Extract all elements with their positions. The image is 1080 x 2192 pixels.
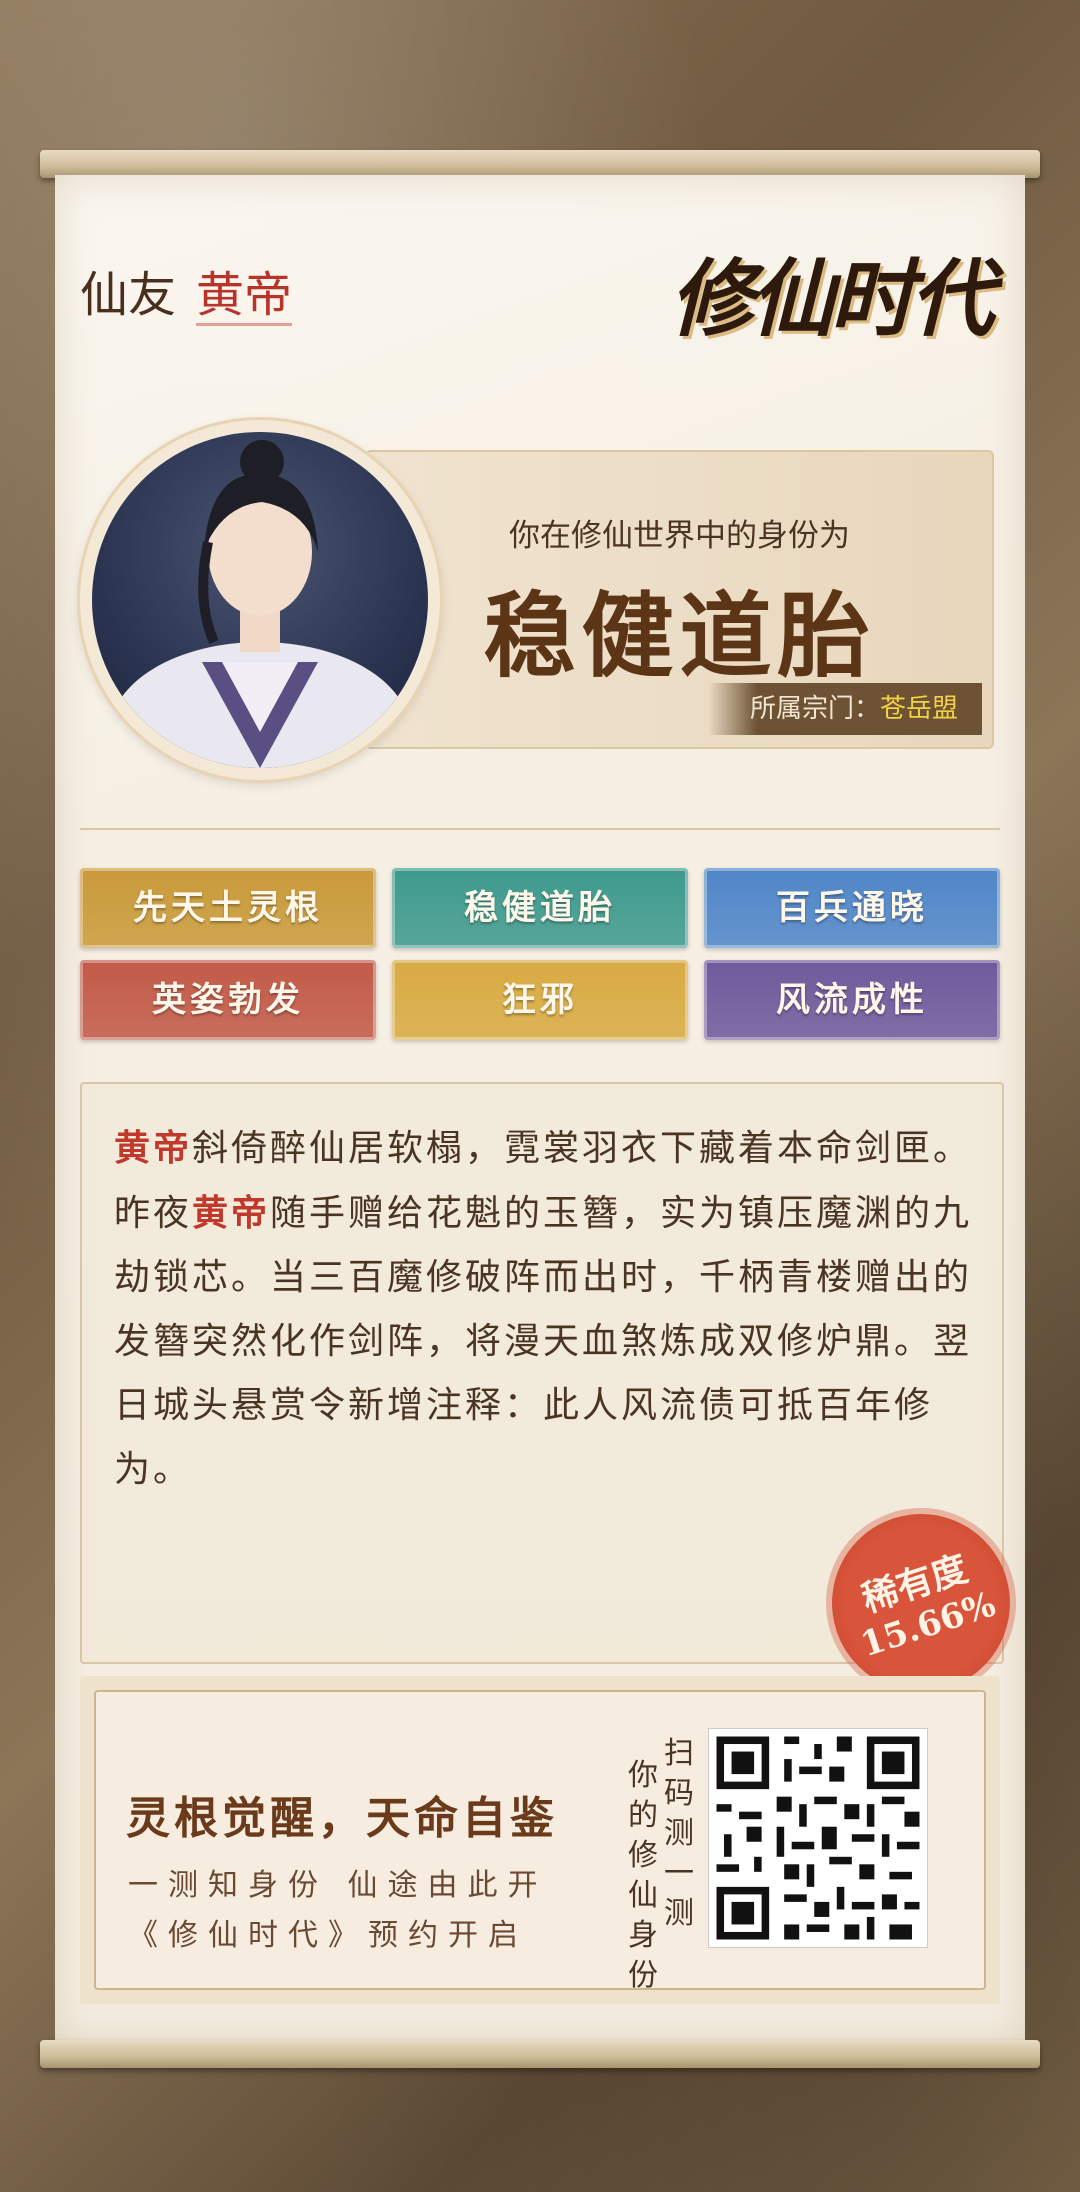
identity-panel: 你在修仙世界中的身份为 稳健道胎 所属宗门：苍岳盟 [365, 450, 994, 749]
friend-prefix: 仙友 [80, 267, 177, 323]
tag-1: 先天土灵根 [80, 868, 376, 948]
description-name-2: 黄帝 [192, 1192, 271, 1234]
avatar [92, 432, 428, 768]
sect-label: 所属宗门： [749, 694, 880, 724]
character-portrait-icon [110, 440, 410, 768]
scroll-top-rod [40, 150, 1040, 178]
section-divider [80, 828, 1000, 830]
description-part-2: 随手赠给花魁的玉簪，实为镇压魔渊的九劫锁芯。当三百魔修破阵而出时，千柄青楼赠出的… [114, 1193, 973, 1490]
promo-line-1: 一测知身份 仙途由此开 [128, 1868, 548, 1903]
qr-code-icon [709, 1729, 927, 1947]
identity-title: 稳健道胎 [483, 582, 876, 690]
qr-code[interactable] [708, 1728, 928, 1948]
promo-slogan: 灵根觉醒，天命自鉴 [126, 1793, 558, 1844]
promo-inner: 灵根觉醒，天命自鉴 一测知身份 仙途由此开 《修仙时代》预约开启 扫码测一测 你… [94, 1690, 986, 1993]
identity-prompt: 你在修仙世界中的身份为 [509, 518, 850, 554]
friend-header: 仙友 黄帝 [80, 255, 293, 326]
promo-line-2: 《修仙时代》预约开启 [128, 1918, 528, 1953]
friend-name: 黄帝 [196, 267, 293, 326]
tag-4: 英姿勃发 [80, 960, 376, 1040]
tag-5: 狂邪 [392, 960, 688, 1040]
game-logo: 修仙时代 [669, 249, 994, 348]
tag-2: 稳健道胎 [392, 868, 688, 948]
scan-hint-col-1: 扫码测一测 [664, 1736, 694, 1931]
tag-3: 百兵通晓 [704, 868, 1000, 948]
promo-box: 灵根觉醒，天命自鉴 一测知身份 仙途由此开 《修仙时代》预约开启 扫码测一测 你… [80, 1676, 1000, 2004]
tag-6: 风流成性 [704, 960, 1000, 1040]
scan-hint-col-2: 你的修仙身份 [628, 1758, 658, 1993]
sect-value: 苍岳盟 [879, 694, 958, 724]
description-name-1: 黄帝 [114, 1127, 193, 1169]
scroll-bottom-rod [40, 2040, 1040, 2068]
description-text: 黄帝斜倚醉仙居软榻，霓裳羽衣下藏着本命剑匣。昨夜黄帝随手赠给花魁的玉簪，实为镇压… [114, 1116, 974, 1502]
sect-banner: 所属宗门：苍岳盟 [708, 683, 982, 735]
